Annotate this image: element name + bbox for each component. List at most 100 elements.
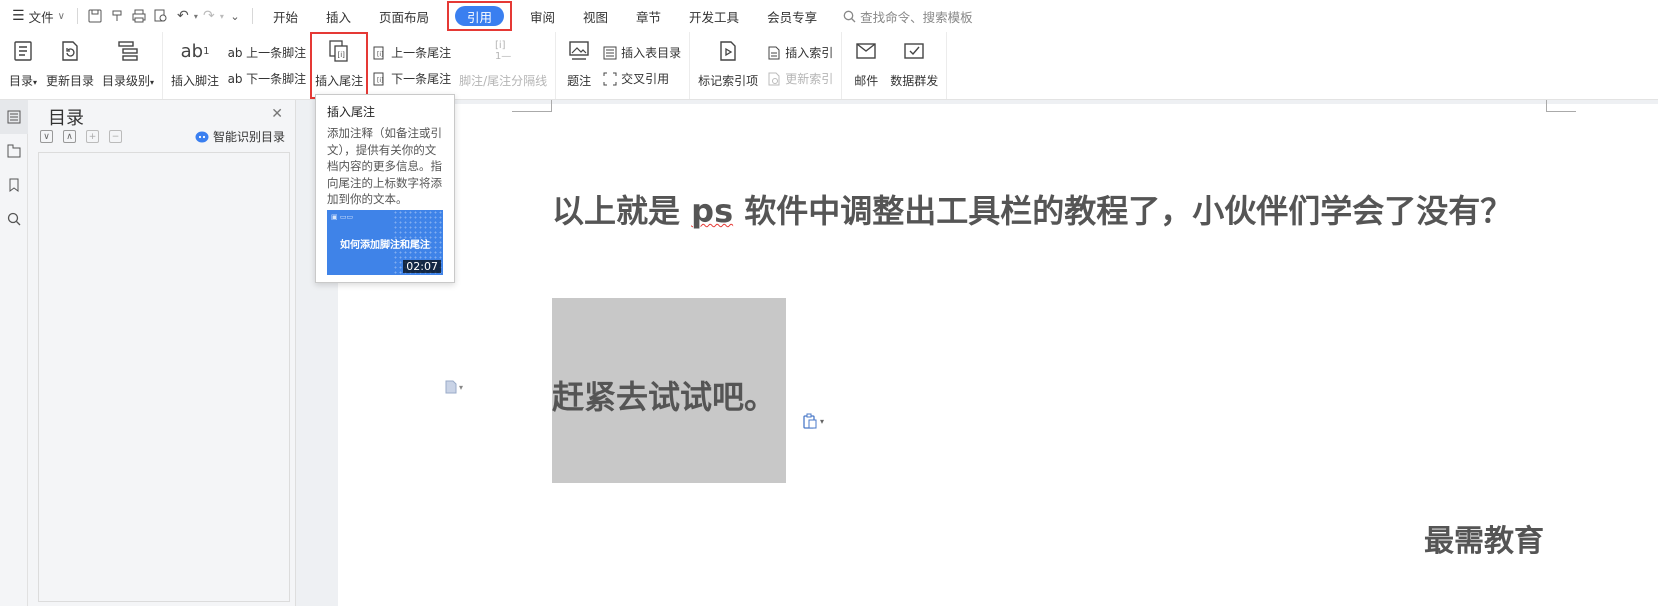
tab-insert[interactable]: 插入 [312,4,365,28]
mail-merge-icon [899,36,929,66]
insert-footnote-label: 插入脚注 [171,74,220,88]
hamburger-icon: ☰ [12,8,25,24]
toc-level-button[interactable]: 目录级别▾ [98,32,158,99]
tab-review[interactable]: 审阅 [516,4,569,28]
print-icon[interactable] [128,5,150,27]
endnote-tooltip: 插入尾注 添加注释（如备注或引文），提供有关你的文档内容的更多信息。指向尾注的上… [315,94,455,283]
remove-level-icon[interactable]: − [109,130,122,143]
mail-label: 邮件 [854,74,879,88]
save-icon[interactable] [84,5,106,27]
refresh-doc-icon [55,36,85,66]
insert-index-icon [766,45,782,61]
endnote-nav: [i] 上一条尾注 [i] 下一条尾注 [368,32,455,99]
footnote-group: ab1 插入脚注 ab 上一条脚注 ab 下一条脚注 [i] 插入尾注 [i] [163,32,557,99]
command-search[interactable]: 查找命令、搜索模板 [843,7,973,26]
tab-section[interactable]: 章节 [622,4,675,28]
tutorial-video-thumbnail[interactable]: ▣ ▭▭ 如何添加脚注和尾注 02:07 [327,210,443,275]
collapse-icon[interactable]: ∧ [63,130,76,143]
paragraph-options[interactable]: ▾ [445,380,463,394]
prev-endnote-button[interactable]: [i] 上一条尾注 [372,44,451,62]
page-corner-mark [1546,100,1576,112]
tab-view[interactable]: 视图 [569,4,622,28]
tab-page-layout[interactable]: 页面布局 [365,4,443,28]
index-group: 标记索引项 插入索引 更新索引 [690,32,843,99]
print-preview-icon[interactable] [150,5,172,27]
bookmark-nav-button[interactable] [0,168,28,202]
toc-panel: 目录 ✕ ∨ ∧ + − 智能识别目录 [28,100,296,606]
document-text-line[interactable]: 赶紧去试试吧。 [552,372,776,418]
search-icon [843,10,856,23]
next-endnote-label: 下一条尾注 [391,72,452,86]
mail-button[interactable]: 邮件 [846,32,886,99]
file-menu-label: 文件 [28,9,54,25]
chevron-down-icon: ∨ [57,10,65,22]
insert-endnote-button[interactable]: [i] 插入尾注 [310,32,369,99]
cross-ref-label: 交叉引用 [621,72,670,86]
text-segment: 以上就是 [552,192,692,230]
undo-icon[interactable]: ↶ [172,5,194,27]
tab-developer[interactable]: 开发工具 [675,4,753,28]
insert-index-button[interactable]: 插入索引 [766,44,833,62]
update-index-button: 更新索引 [766,70,833,88]
prev-endnote-label: 上一条尾注 [391,46,452,60]
footnote-icon: ab 1 [180,40,210,62]
prev-endnote-icon: [i] [372,45,388,61]
spellcheck-word: ps [691,192,734,230]
document-icon [445,380,457,394]
chevron-down-icon: ▾ [459,382,464,392]
mail-merge-button[interactable]: 数据群发 [886,32,942,99]
prev-footnote-icon: ab [227,45,243,60]
ribbon: 目录▾ 更新目录 目录级别▾ ab 1 插入脚注 ab 上一条脚注 ab 下一条… [0,32,1658,100]
smart-toc-label: 智能识别目录 [212,130,285,144]
caption-group: 题注 插入表目录 交叉引用 [556,32,691,99]
file-menu[interactable]: ☰ 文件 ∨ [6,4,71,28]
update-index-label: 更新索引 [785,72,834,86]
tab-references[interactable]: 引用 [454,6,504,26]
cross-ref-icon [602,71,618,87]
tooltip-description: 添加注释（如备注或引文），提供有关你的文档内容的更多信息。指向尾注的上标数字将添… [327,126,442,206]
update-toc-button[interactable]: 更新目录 [42,32,98,99]
mail-group: 邮件 数据群发 [842,32,948,99]
search-placeholder: 查找命令、搜索模板 [860,9,973,25]
close-icon[interactable]: ✕ [271,106,283,122]
smart-toc-button[interactable]: 智能识别目录 [195,128,285,145]
tab-home[interactable]: 开始 [259,4,312,28]
mark-index-button[interactable]: 标记索引项 [694,32,762,99]
toc-nav-button[interactable] [0,100,28,134]
toc-button[interactable]: 目录▾ [4,32,42,99]
thumbnail-caption: 如何添加脚注和尾注 [340,240,430,251]
toc-icon [8,36,38,66]
format-painter-icon[interactable] [106,5,128,27]
next-endnote-button[interactable]: [i] 下一条尾注 [372,70,451,88]
insert-table-toc-button[interactable]: 插入表目录 [602,44,681,62]
next-endnote-icon: [i] [372,71,388,87]
redo-icon[interactable]: ↷ [198,5,220,27]
cross-ref-button[interactable]: 交叉引用 [602,70,681,88]
toc-list[interactable] [38,152,290,602]
prev-footnote-button[interactable]: ab 上一条脚注 [227,44,307,62]
next-footnote-button[interactable]: ab 下一条脚注 [227,70,307,88]
table-list-icon [602,45,618,61]
mail-icon [851,36,881,66]
caption-button[interactable]: 题注 [560,32,598,99]
toc-group: 目录▾ 更新目录 目录级别▾ [0,32,164,99]
chapter-nav-button[interactable] [0,134,28,168]
customize-toolbar-icon[interactable]: ⌄ [224,5,246,27]
document-text-line[interactable]: 以上就是 ps 软件中调整出工具栏的教程了，小伙伴们学会了没有？ [552,186,1512,232]
add-level-icon[interactable]: + [86,130,99,143]
expand-icon[interactable]: ∨ [40,130,53,143]
brand-logo-icon: ▣ ▭▭ [331,213,354,221]
divider [76,8,78,24]
tooltip-title: 插入尾注 [327,105,376,119]
svg-text:[i]: [i] [338,51,346,59]
chapter-icon [7,144,21,158]
search-icon [7,212,21,226]
insert-index-label: 插入索引 [785,46,834,60]
text-segment: 软件中调整出工具栏的教程了，小伙伴们学会了没有？ [733,192,1513,230]
paste-options[interactable]: ▾ [802,413,824,429]
tab-member[interactable]: 会员专享 [753,4,831,28]
nav-icon-strip [0,100,28,606]
insert-footnote-button[interactable]: ab 1 插入脚注 [167,32,223,99]
caption-actions: 插入表目录 交叉引用 [598,32,685,99]
find-nav-button[interactable] [0,202,28,236]
